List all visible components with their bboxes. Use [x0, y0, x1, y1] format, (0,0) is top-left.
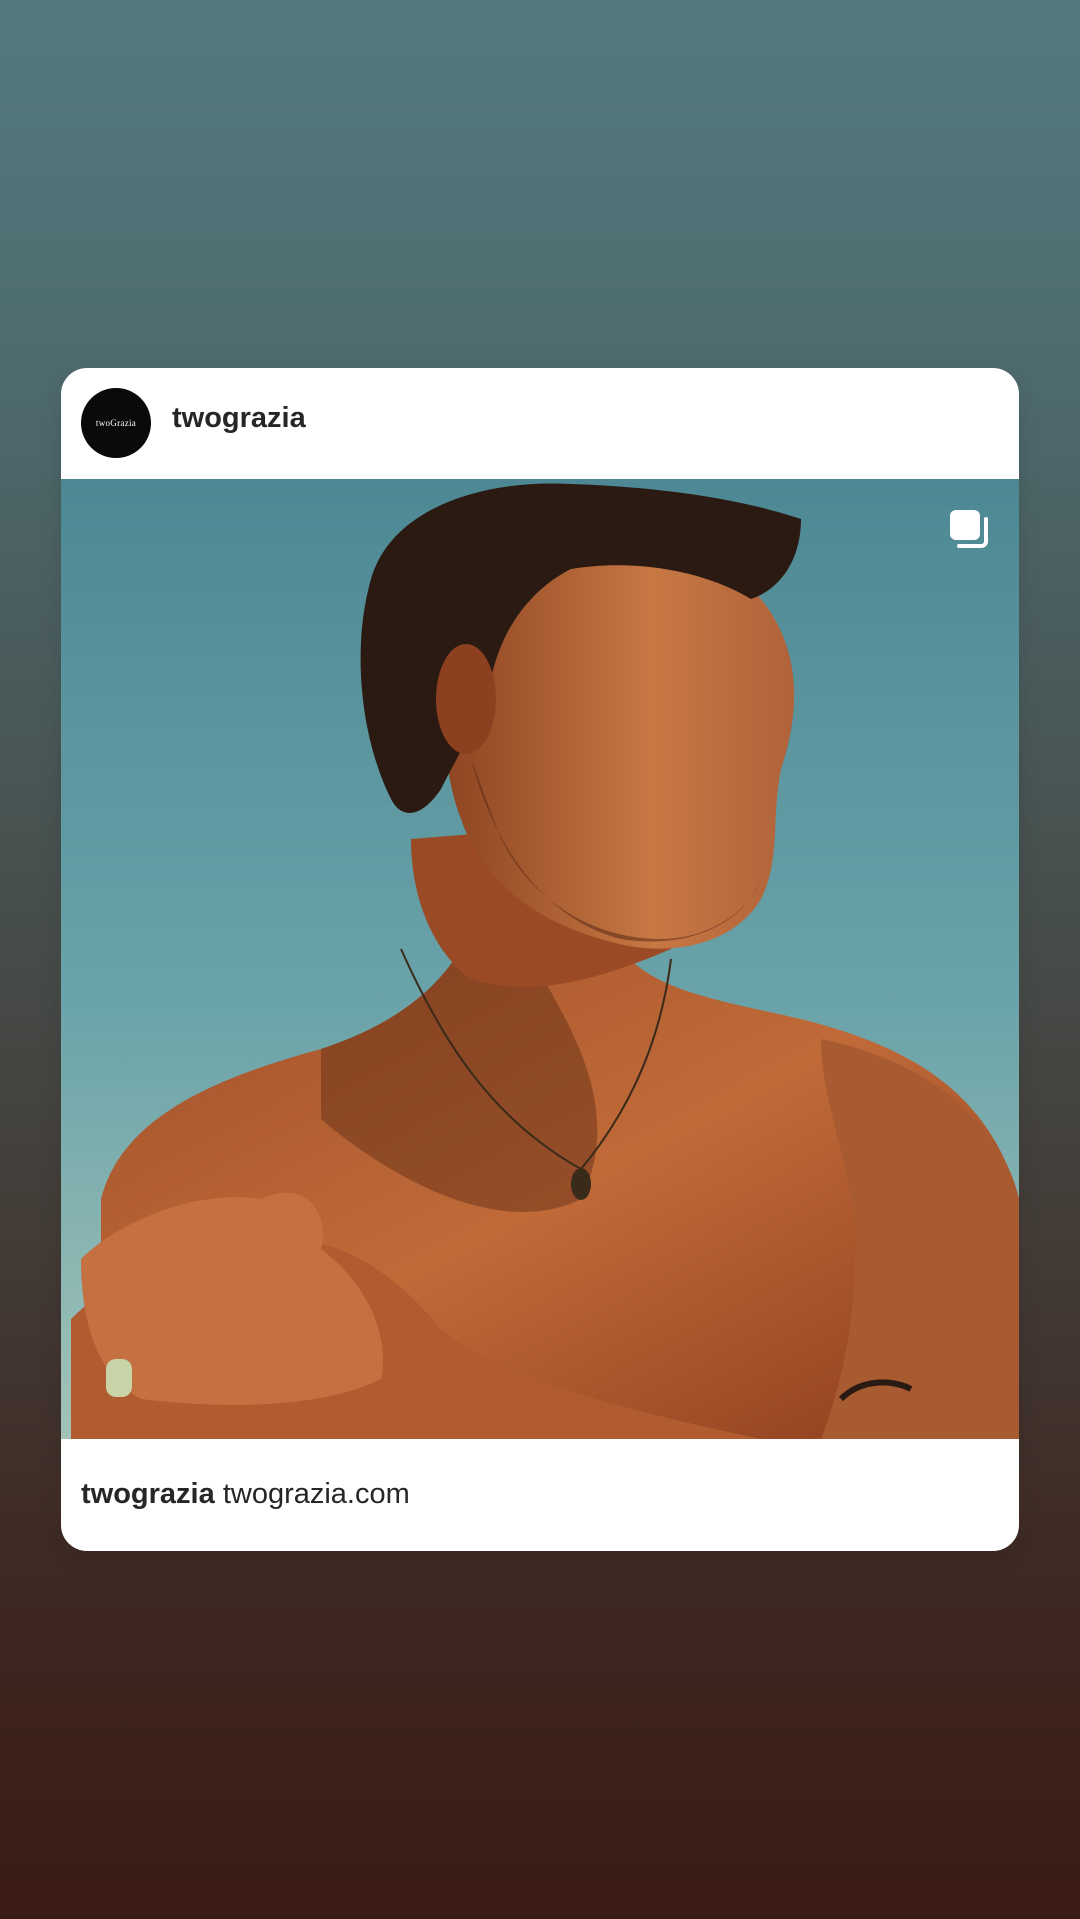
caption-line: twograzia twograzia.com — [81, 1478, 410, 1511]
post-image[interactable] — [61, 479, 1019, 1439]
shared-post-card[interactable]: twoGrazia twograzia twograzia twograzia.… — [61, 368, 1019, 1551]
post-header[interactable]: twoGrazia twograzia — [61, 368, 1019, 479]
caption-username[interactable]: twograzia — [81, 1478, 215, 1510]
caption-text[interactable]: twograzia.com — [223, 1478, 410, 1510]
post-caption: twograzia twograzia.com — [61, 1439, 1019, 1551]
avatar[interactable]: twoGrazia — [81, 388, 151, 458]
post-username[interactable]: twograzia — [172, 404, 306, 433]
photo-illustration — [61, 479, 1019, 1439]
multiple-images-icon — [947, 507, 991, 551]
avatar-logo: twoGrazia — [95, 418, 137, 428]
story-background: twoGrazia twograzia twograzia twograzia.… — [0, 0, 1080, 1919]
